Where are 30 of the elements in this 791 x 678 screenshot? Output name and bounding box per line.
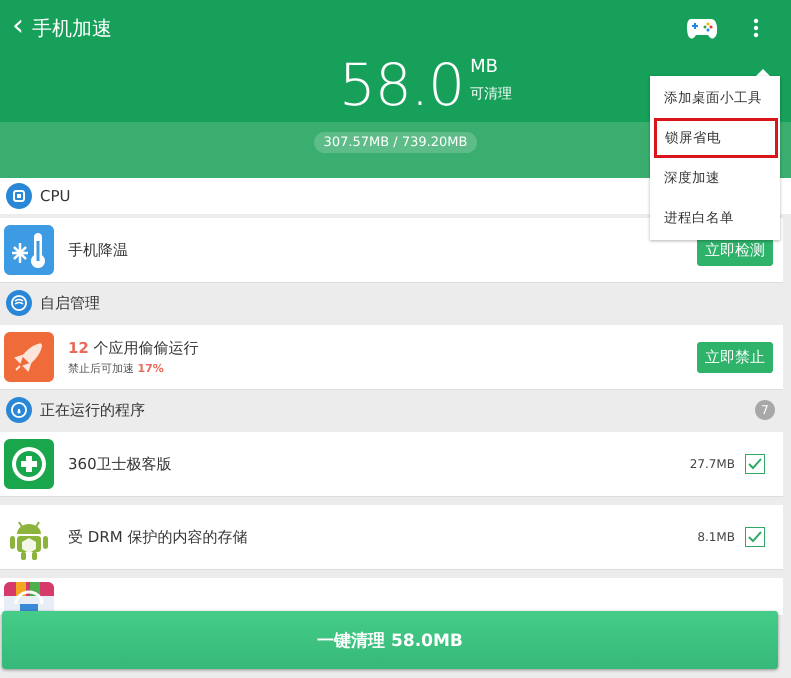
amount-caption: 可清理 <box>470 85 512 103</box>
section-title: 自启管理 <box>40 294 101 312</box>
app-checkbox[interactable] <box>745 527 765 547</box>
memory-usage: 307.57MB / 739.20MB <box>314 132 478 153</box>
row-title: 12 个应用偷偷运行 <box>68 338 200 358</box>
more-menu-icon[interactable] <box>753 18 759 38</box>
gauge-icon <box>6 397 32 423</box>
app-name: 受 DRM 保护的内容的存储 <box>68 528 248 546</box>
wave-icon <box>6 290 32 316</box>
app-size: 27.7MB <box>690 457 735 471</box>
thermometer-icon <box>4 225 54 275</box>
row-subtitle: 禁止后可加速 17% <box>68 360 165 376</box>
amount-unit: MB <box>470 56 499 77</box>
row-title: 手机降温 <box>68 240 129 260</box>
cleanable-amount: 58.0 <box>338 56 464 114</box>
section-title: CPU <box>40 187 72 205</box>
gamepad-icon[interactable] <box>687 17 717 39</box>
menu-item[interactable]: 添加桌面小工具 <box>650 78 780 118</box>
rocket-icon <box>4 332 54 382</box>
section-title: 正在运行的程序 <box>40 400 146 420</box>
app-size: 8.1MB <box>697 530 735 544</box>
menu-item[interactable]: 深度加速 <box>650 158 780 198</box>
menu-item[interactable]: 锁屏省电 <box>654 118 778 158</box>
page-title: 手机加速 <box>32 14 113 42</box>
app-name: 360卫士极客版 <box>68 454 173 474</box>
count-badge: 7 <box>755 400 775 420</box>
app-row[interactable]: 360卫士极客版 27.7MB <box>0 432 783 497</box>
app-row[interactable]: 受 DRM 保护的内容的存储 8.1MB <box>0 505 783 570</box>
chip-icon <box>6 183 32 209</box>
app-checkbox[interactable] <box>745 454 765 474</box>
